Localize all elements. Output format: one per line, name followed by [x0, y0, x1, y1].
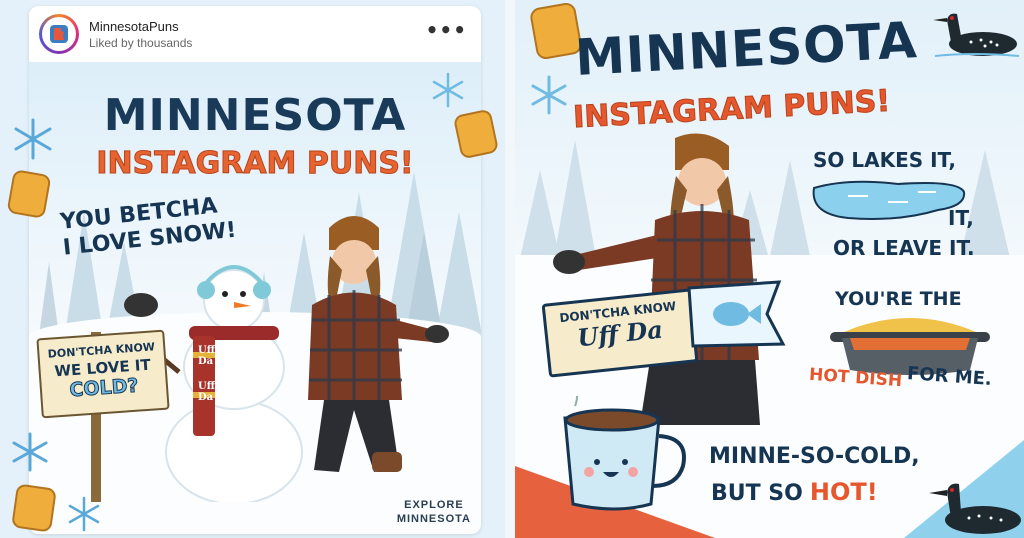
cold-line-2: BUT SO — [711, 481, 803, 506]
snowflake-icon — [14, 118, 52, 160]
scarf-text-4: Da — [198, 392, 214, 403]
hotdish-line-1: YOU'RE THE — [835, 288, 962, 310]
cold-line-3: HOT! — [809, 478, 878, 506]
scarf-text-1: Uff — [198, 345, 215, 356]
uff-da-banner: DON'TCHA KNOW Uff Da — [541, 288, 699, 378]
more-options-button[interactable]: ••• — [426, 20, 467, 40]
tater-tot-icon — [452, 108, 500, 160]
explore-minnesota-text: EXPLORE MINNESOTA — [397, 498, 471, 526]
scarf-text-2: Da — [198, 356, 214, 367]
cold-line-2-group: BUT SO HOT! — [711, 478, 878, 506]
lakes-line-1: SO LAKES IT, — [813, 148, 956, 172]
post-header: MinnesotaPuns Liked by thousands ••• — [29, 6, 481, 62]
snowflake-icon — [432, 72, 464, 108]
right-post-panel: MINNESOTA INSTAGRAM PUNS! SO LAKES IT, I… — [515, 0, 1024, 538]
glove-icon — [124, 293, 158, 317]
loon-icon — [933, 13, 1020, 57]
lake-illustration — [812, 180, 966, 220]
panel-divider — [505, 0, 515, 538]
left-post-panel: MinnesotaPuns Liked by thousands ••• MIN… — [0, 0, 505, 538]
fish-flag-icon — [687, 280, 786, 348]
title-instagram-puns: INSTAGRAM PUNS! — [96, 146, 414, 182]
woman-in-plaid-illustration — [308, 216, 449, 472]
tater-tot-icon — [6, 169, 52, 219]
account-name[interactable]: MinnesotaPuns — [89, 19, 192, 34]
minnesota-map-icon — [50, 25, 68, 43]
cold-sign: DON'TCHA KNOW WE LOVE IT COLD? — [36, 329, 170, 419]
explore-line-1: EXPLORE — [404, 499, 464, 511]
snowflake-icon — [68, 496, 100, 532]
title-minnesota: MINNESOTA — [573, 11, 919, 87]
cold-line-1: MINNE-SO-COLD, — [709, 444, 920, 469]
coffee-mug-icon — [563, 396, 686, 511]
tater-tot-icon — [11, 483, 57, 533]
lakes-line-3: OR LEAVE IT. — [833, 236, 975, 260]
title-instagram-puns: INSTAGRAM PUNS! — [572, 83, 892, 136]
loon-icon — [929, 483, 1021, 534]
lakes-line-2: IT, — [948, 206, 974, 230]
scarf-text: Uff Da Uff Da — [198, 345, 215, 403]
avatar[interactable] — [39, 14, 79, 54]
instagram-post-card[interactable]: MinnesotaPuns Liked by thousands ••• MIN… — [29, 6, 481, 534]
snowflake-icon — [531, 75, 567, 115]
post-image: MINNESOTA INSTAGRAM PUNS! YOU BETCHA I L… — [29, 62, 481, 534]
snowflake-icon — [12, 432, 48, 472]
explore-line-2: MINNESOTA — [396, 513, 471, 525]
liked-by-text: Liked by thousands — [89, 35, 193, 50]
title-minnesota: MINNESOTA — [103, 90, 407, 141]
scarf-text-3: Uff — [198, 381, 215, 392]
more-horizontal-icon: ••• — [425, 18, 467, 42]
